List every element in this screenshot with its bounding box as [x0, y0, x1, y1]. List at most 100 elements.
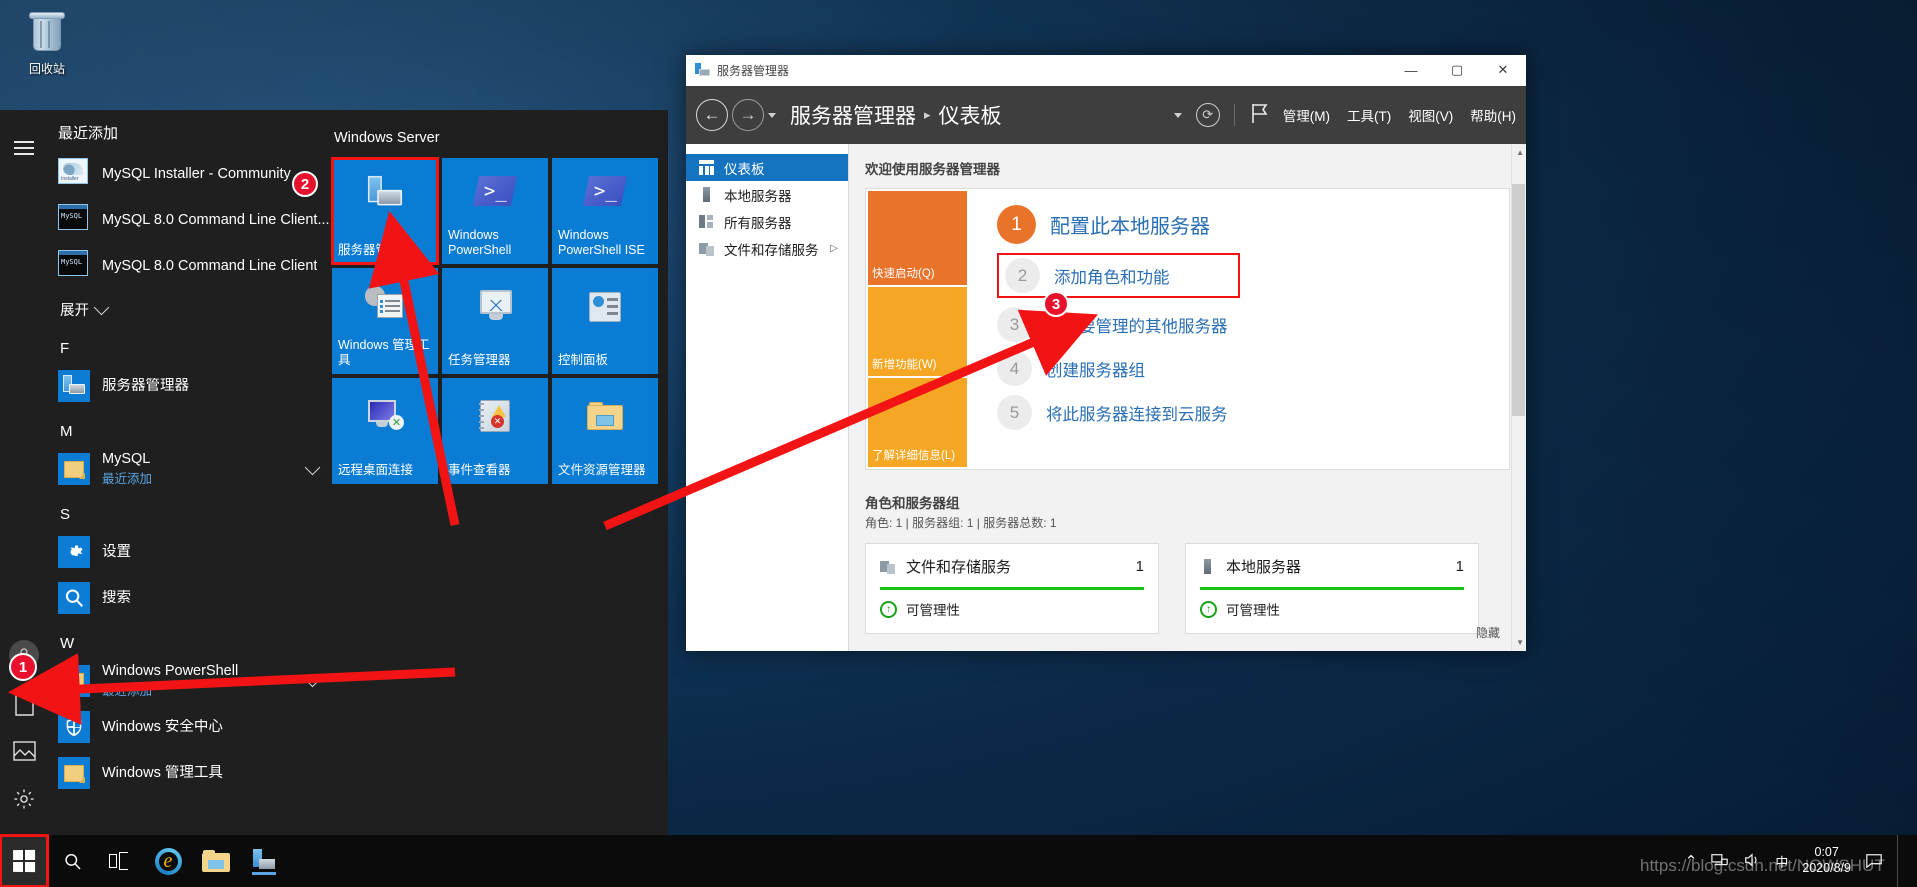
taskbar-server-manager-icon[interactable] [240, 835, 288, 887]
card-status[interactable]: 可管理性 [1226, 599, 1280, 619]
menu-help[interactable]: 帮助(H) [1470, 105, 1516, 125]
quick-start-item-2[interactable]: 2 添加角色和功能 [997, 253, 1240, 298]
internet-explorer-icon[interactable]: e [144, 835, 192, 887]
step-label[interactable]: 配置此本地服务器 [1050, 210, 1210, 239]
list-item-label: 设置 [102, 543, 131, 560]
start-menu-tiles[interactable]: Windows Server 服务器管理器 >_ Windows PowerSh… [331, 110, 668, 837]
sidebar-item-all-servers[interactable]: 所有服务器 [686, 208, 848, 235]
list-item-mysql-cli-1[interactable]: MySQL MySQL 8.0 Command Line Client... [48, 197, 332, 243]
scroll-down-icon[interactable]: ▼ [1516, 638, 1524, 647]
maximize-button[interactable]: ▢ [1434, 55, 1480, 86]
list-item-search[interactable]: 搜索 [48, 575, 332, 621]
tile-grid[interactable]: 服务器管理器 >_ Windows PowerShell >_ Windows … [331, 157, 668, 484]
sidebar-item-local-server[interactable]: 本地服务器 [686, 181, 848, 208]
show-desktop-button[interactable] [1897, 835, 1905, 887]
tile-remote-desktop[interactable]: ✕ 远程桌面连接 [332, 378, 438, 484]
vertical-scrollbar[interactable]: ▲ ▼ [1511, 144, 1526, 651]
bar-whats-new[interactable]: 新增功能(W) [868, 286, 967, 376]
tile-control-panel[interactable]: 控制面板 [552, 268, 658, 374]
task-view-icon[interactable] [96, 835, 144, 887]
bar-quick-start[interactable]: 快速启动(Q) [868, 191, 967, 285]
quick-start-item-5[interactable]: 5 将此服务器连接到云服务 [997, 395, 1509, 430]
step-label[interactable]: 将此服务器连接到云服务 [1046, 401, 1228, 425]
step-label[interactable]: 创建服务器组 [1046, 357, 1145, 381]
settings-gear-icon[interactable] [0, 775, 48, 823]
list-item-settings[interactable]: 设置 [48, 529, 332, 575]
alpha-header-m[interactable]: M [48, 409, 332, 446]
start-menu-rail[interactable] [0, 110, 48, 837]
window-titlebar[interactable]: 服务器管理器 — ▢ ✕ [686, 55, 1526, 86]
server-manager-nav[interactable]: 仪表板 本地服务器 所有服务器 文件和存储服务 ▷ [686, 144, 849, 651]
list-item-mysql-folder[interactable]: MySQL 最近添加 [48, 446, 332, 492]
quick-start-list[interactable]: 1 配置此本地服务器 2 添加角色和功能 3 添加要管理的其他服务器 4 创建服… [969, 189, 1509, 640]
sidebar-item-dashboard[interactable]: 仪表板 [686, 154, 848, 181]
tile-windows-powershell-ise[interactable]: >_ Windows PowerShell ISE [552, 158, 658, 264]
list-item-windows-powershell[interactable]: Windows PowerShell 最近添加 [48, 658, 332, 704]
start-button[interactable] [0, 834, 49, 887]
list-item-server-manager[interactable]: 服务器管理器 [48, 363, 332, 409]
chevron-right-icon[interactable]: ▷ [830, 243, 838, 254]
breadcrumb-dropdown-icon[interactable] [1173, 112, 1182, 118]
hamburger-icon[interactable] [0, 124, 48, 172]
sidebar-item-file-storage[interactable]: 文件和存储服务 ▷ [686, 235, 848, 262]
scrollbar-thumb[interactable] [1512, 184, 1525, 416]
breadcrumb[interactable]: 服务器管理器 ▸ 仪表板 [790, 100, 1002, 130]
tile-windows-admin-tools[interactable]: Windows 管理工具 [332, 268, 438, 374]
card-status[interactable]: 可管理性 [906, 599, 960, 619]
scroll-up-icon[interactable]: ▲ [1516, 148, 1524, 157]
list-item-mysql-installer[interactable]: Installer MySQL Installer - Community [48, 151, 332, 197]
menu-bar[interactable]: 管理(M) 工具(T) 视图(V) 帮助(H) [1283, 105, 1516, 125]
start-menu[interactable]: 最近添加 Installer MySQL Installer - Communi… [0, 110, 668, 837]
back-button[interactable]: ← [696, 99, 728, 131]
step-label[interactable]: 添加要管理的其他服务器 [1046, 313, 1228, 337]
breadcrumb-current[interactable]: 仪表板 [939, 100, 1002, 130]
list-item-label: Windows 安全中心 [102, 718, 223, 735]
tile-task-manager[interactable]: 任务管理器 [442, 268, 548, 374]
chevron-down-icon[interactable] [304, 459, 321, 475]
list-item-windows-security[interactable]: Windows 安全中心 [48, 704, 332, 750]
quick-start-item-4[interactable]: 4 创建服务器组 [997, 351, 1509, 386]
tile-windows-powershell[interactable]: >_ Windows PowerShell [442, 158, 548, 264]
list-item-windows-admin-tools[interactable]: Windows 管理工具 [48, 750, 332, 796]
windows-logo-icon [13, 849, 36, 873]
quick-start-item-1[interactable]: 1 配置此本地服务器 [997, 205, 1509, 244]
list-item-label: MySQL 8.0 Command Line Client [102, 257, 318, 274]
documents-icon[interactable] [0, 679, 48, 727]
chevron-down-icon[interactable] [304, 671, 321, 687]
bar-learn-more[interactable]: 了解详细信息(L) [868, 377, 967, 468]
file-explorer-icon[interactable] [192, 835, 240, 887]
quick-bars[interactable]: 快速启动(Q) 新增功能(W) 了解详细信息(L) [866, 189, 969, 469]
alpha-header-s[interactable]: S [48, 492, 332, 529]
pictures-icon[interactable] [0, 727, 48, 775]
role-cards[interactable]: 文件和存储服务 1 ↑ 可管理性 本地服务器 1 ↑ 可管理性 [865, 543, 1510, 634]
alpha-header-f[interactable]: F [48, 326, 332, 363]
minimize-button[interactable]: — [1388, 55, 1434, 86]
flag-icon[interactable] [1249, 102, 1269, 129]
alpha-header-w[interactable]: W [48, 621, 332, 658]
menu-view[interactable]: 视图(V) [1408, 105, 1453, 125]
tile-event-viewer[interactable]: ✕ 事件查看器 [442, 378, 548, 484]
list-item-mysql-cli-2[interactable]: MySQL MySQL 8.0 Command Line Client [48, 243, 332, 289]
menu-tools[interactable]: 工具(T) [1347, 105, 1391, 125]
tile-server-manager[interactable]: 服务器管理器 [331, 157, 439, 265]
tile-file-explorer[interactable]: 文件资源管理器 [552, 378, 658, 484]
chevron-down-icon[interactable] [768, 112, 776, 118]
taskbar-search-icon[interactable] [48, 835, 96, 887]
quick-start-item-3[interactable]: 3 添加要管理的其他服务器 [997, 307, 1509, 342]
recycle-bin-icon[interactable]: 回收站 [8, 8, 86, 77]
window-toolbar[interactable]: ← → 服务器管理器 ▸ 仪表板 ⟳ 管理(M) 工具(T) 视图(V) 帮助(… [686, 86, 1526, 144]
taskbar[interactable]: e ⌃ 中 0:07 2020/8/9 [0, 834, 1917, 887]
step-label[interactable]: 添加角色和功能 [1054, 264, 1170, 288]
dashboard-content[interactable]: 欢迎使用服务器管理器 快速启动(Q) 新增功能(W) 了解详细信息(L) 1 配… [849, 144, 1526, 651]
start-menu-app-list[interactable]: 最近添加 Installer MySQL Installer - Communi… [48, 110, 332, 837]
close-button[interactable]: ✕ [1480, 55, 1526, 86]
expand-button[interactable]: 展开 [48, 289, 332, 326]
refresh-button[interactable]: ⟳ [1195, 103, 1220, 127]
card-file-storage[interactable]: 文件和存储服务 1 ↑ 可管理性 [865, 543, 1159, 634]
hide-link[interactable]: 隐藏 [1476, 624, 1500, 641]
forward-button[interactable]: → [732, 99, 764, 131]
card-local-server[interactable]: 本地服务器 1 ↑ 可管理性 [1185, 543, 1479, 634]
menu-manage[interactable]: 管理(M) [1283, 105, 1330, 125]
server-manager-window[interactable]: 服务器管理器 — ▢ ✕ ← → 服务器管理器 ▸ 仪表板 ⟳ 管理(M) 工具… [686, 55, 1526, 651]
breadcrumb-root[interactable]: 服务器管理器 [790, 100, 916, 130]
